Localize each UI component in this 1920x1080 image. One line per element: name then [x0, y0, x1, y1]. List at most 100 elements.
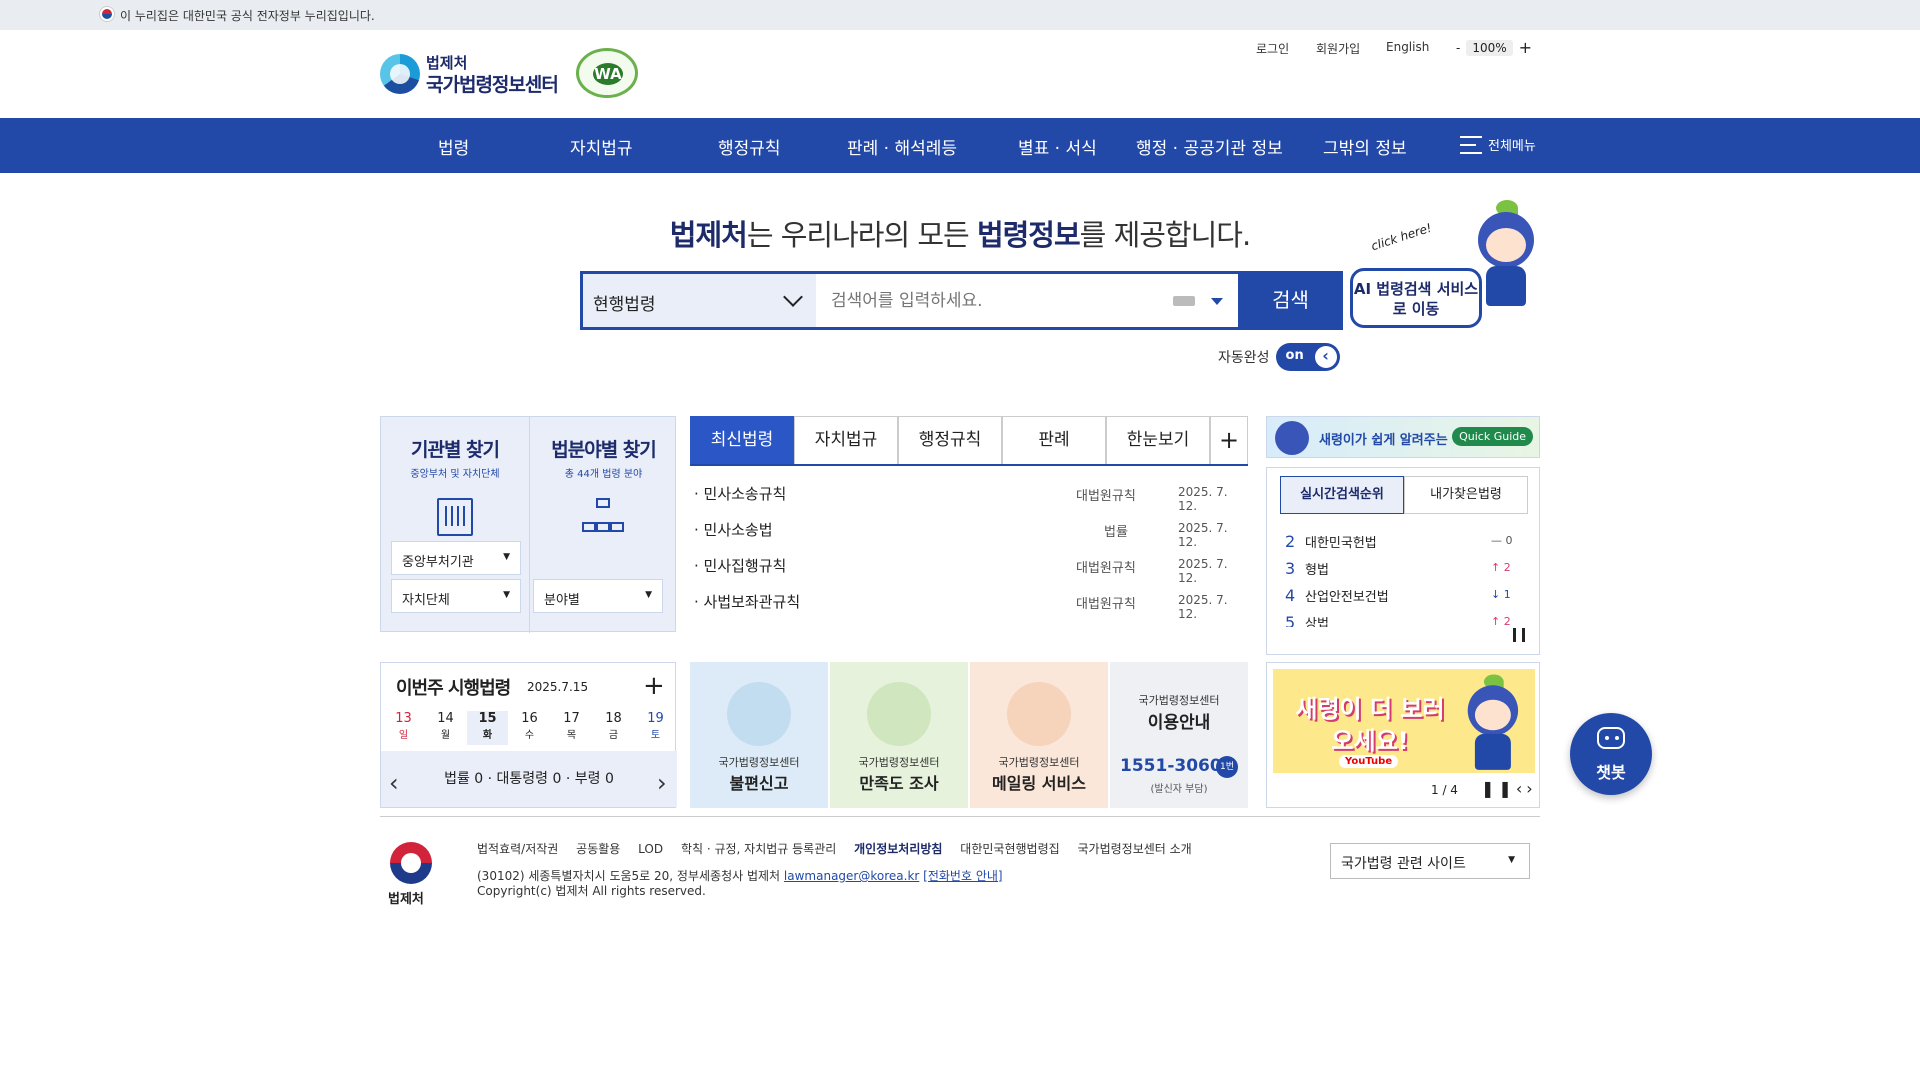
dropdown-triangle-icon[interactable] — [1211, 298, 1223, 305]
mailing-card[interactable]: 국가법령정보센터 메일링 서비스 — [970, 662, 1108, 808]
day-fri[interactable]: 18 금 — [593, 711, 634, 745]
mascot-body — [1474, 733, 1511, 770]
rank-item[interactable]: 2 대한민국헌법 — [1285, 532, 1377, 551]
footer-link-shared-use[interactable]: 공동활용 — [576, 842, 620, 856]
email-link[interactable]: lawmanager@korea.kr — [784, 869, 919, 883]
footer-link-lod[interactable]: LOD — [638, 842, 663, 856]
search-scope-value: 현행법령 — [593, 295, 656, 315]
footer-link-privacy[interactable]: 개인정보처리방침 — [854, 842, 942, 856]
signup-link[interactable]: 회원가입 — [1316, 40, 1360, 57]
list-item[interactable]: · 민사집행규칙 대법원규칙 2025. 7. 12. — [690, 550, 1248, 586]
list-item[interactable]: · 사법보좌관규칙 대법원규칙 2025. 7. 12. — [690, 586, 1248, 622]
robot-icon — [1597, 727, 1625, 749]
headline-part1: 법제처 — [669, 218, 748, 252]
rank-item[interactable]: 4 산업안전보건법 — [1285, 586, 1389, 605]
footer-link-law-collection[interactable]: 대한민국현행법령집 — [960, 842, 1059, 856]
rank-change: ↓ 1 — [1491, 588, 1511, 601]
prev-week-chevron-icon[interactable]: ‹ — [389, 769, 399, 797]
logo-mark-icon — [380, 54, 420, 94]
next-week-chevron-icon[interactable]: › — [657, 769, 667, 797]
banner-controls-icon[interactable]: ❚❚‹› — [1481, 779, 1537, 798]
youtube-badge: YouTube — [1339, 755, 1399, 768]
law-category: 대법원규칙 — [1076, 489, 1136, 504]
login-link[interactable]: 로그인 — [1256, 40, 1289, 57]
tab-overview[interactable]: 한눈보기 — [1106, 416, 1210, 464]
phone-guide-link[interactable]: [전화번호 안내] — [923, 869, 1002, 883]
pause-icon[interactable] — [1513, 628, 1525, 642]
nav-item-local-ordinance[interactable]: 자치법규 — [570, 134, 633, 159]
day-sat[interactable]: 19 토 — [635, 711, 676, 745]
rank-item[interactable]: 3 형법 — [1285, 559, 1329, 578]
weekly-more-button[interactable]: + — [643, 671, 665, 701]
rank-item[interactable]: 5 상법 — [1285, 613, 1329, 627]
headline-part4: 를 제공합니다. — [1079, 218, 1252, 252]
nav-item-law[interactable]: 법령 — [438, 134, 469, 159]
day-week: 화 — [482, 730, 493, 741]
central-agency-select[interactable]: 중앙부처기관 — [391, 541, 521, 575]
law-date: 2025. 7. 12. — [1178, 557, 1228, 585]
search-scope-select[interactable]: 현행법령 — [583, 274, 816, 327]
all-menu-button[interactable]: 전체메뉴 — [1460, 135, 1536, 154]
card-top: 국가법령정보센터 — [858, 756, 940, 769]
zoom-out-button[interactable]: - — [1456, 41, 1460, 55]
day-wed[interactable]: 16 수 — [509, 711, 550, 745]
tab-latest-law[interactable]: 최신법령 — [690, 416, 794, 464]
related-sites-select[interactable]: 국가법령 관련 사이트 — [1330, 843, 1530, 879]
local-gov-select[interactable]: 자치단체 — [391, 579, 521, 613]
footer-link-about[interactable]: 국가법령정보센터 소개 — [1078, 842, 1192, 856]
search-bar: 현행법령 검색 — [580, 271, 1343, 330]
nav-item-admin-rule[interactable]: 행정규칙 — [718, 134, 781, 159]
rank-law-name: 대한민국헌법 — [1305, 536, 1377, 551]
tab-admin-rule[interactable]: 행정규칙 — [898, 416, 1002, 464]
logo-line2: 국가법령정보센터 — [426, 74, 559, 96]
nav-item-other[interactable]: 그밖의 정보 — [1323, 134, 1407, 159]
tab-local-ordinance[interactable]: 자치법규 — [794, 416, 898, 464]
search-button[interactable]: 검색 — [1238, 271, 1343, 330]
latest-law-list: · 민사소송규칙 대법원규칙 2025. 7. 12. · 민사소송법 법률 2… — [690, 478, 1248, 622]
autocomplete-label: 자동완성 — [1218, 350, 1270, 366]
finder-panel: 기관별 찾기 중앙부처 및 자치단체 법분야별 찾기 총 44개 법령 분야 중… — [380, 416, 676, 633]
rank-change: — 0 — [1491, 534, 1513, 547]
quick-guide-banner[interactable]: 새령이가 쉽게 알려주는 국법 Quick Guide — [1266, 416, 1540, 458]
weekly-date: 2025.7.15 — [527, 680, 589, 694]
day-tue[interactable]: 15 화 — [467, 711, 508, 745]
field-finder-title: 법분야별 찾기 — [551, 439, 657, 461]
day-mon[interactable]: 14 월 — [425, 711, 466, 745]
banner-image[interactable]: 새령이 더 보러 오세요! YouTube — [1273, 669, 1535, 773]
virtual-keyboard-icon[interactable] — [1173, 296, 1195, 306]
field-select[interactable]: 분야별 — [533, 579, 663, 613]
day-thu[interactable]: 17 목 — [551, 711, 592, 745]
ai-search-button[interactable]: AI 법령검색 서비스로 이동 — [1350, 268, 1482, 328]
caller-pays-note: (발신자 부담) — [1150, 784, 1208, 795]
chatbot-button[interactable]: 챗봇 — [1570, 713, 1652, 795]
list-item[interactable]: · 민사소송법 법률 2025. 7. 12. — [690, 514, 1248, 550]
card-top: 국가법령정보센터 — [718, 756, 800, 769]
wa-badge-text: WA — [593, 63, 623, 85]
complaint-card[interactable]: 국가법령정보센터 불편신고 — [690, 662, 828, 808]
law-category: 대법원규칙 — [1076, 561, 1136, 576]
autocomplete-toggle[interactable]: on — [1275, 343, 1340, 371]
day-number: 16 — [521, 711, 538, 726]
weekly-enforcement-panel: 이번주 시행법령 2025.7.15 + 13 일 14 월 15 화 16 수 17 목… — [380, 662, 677, 808]
zoom-in-button[interactable]: + — [1519, 38, 1532, 57]
day-sun[interactable]: 13 일 — [383, 711, 424, 745]
tab-more-button[interactable]: + — [1210, 416, 1248, 464]
tab-live-rank[interactable]: 실시간검색순위 — [1280, 476, 1404, 514]
card-main: 메일링 서비스 — [992, 774, 1086, 793]
law-date: 2025. 7. 12. — [1178, 521, 1228, 549]
english-link[interactable]: English — [1386, 40, 1429, 54]
search-rank-panel: 실시간검색순위 내가찾은법령 2 대한민국헌법 3 형법 4 산업안전보건법 5 상법 … — [1266, 467, 1540, 655]
survey-card[interactable]: 국가법령정보센터 만족도 조사 — [830, 662, 968, 808]
tab-precedent[interactable]: 판례 — [1002, 416, 1106, 464]
list-item[interactable]: · 민사소송규칙 대법원규칙 2025. 7. 12. — [690, 478, 1248, 514]
nav-item-precedent[interactable]: 판례 · 해석례등 — [847, 134, 957, 159]
footer-link-copyright[interactable]: 법적효력/저작권 — [477, 842, 558, 856]
usage-guide-card[interactable]: 국가법령정보센터 이용안내 1551-3060 1번 (발신자 부담) — [1110, 662, 1248, 808]
copyright: Copyright(c) 법제처 All rights reserved. — [477, 884, 706, 898]
tab-my-laws[interactable]: 내가찾은법령 — [1404, 476, 1528, 514]
org-finder-title: 기관별 찾기 — [410, 439, 500, 461]
nav-item-forms[interactable]: 별표 · 서식 — [1018, 134, 1097, 159]
nav-item-public-agency[interactable]: 행정 · 공공기관 정보 — [1136, 134, 1283, 159]
footer-link-registration[interactable]: 학칙 · 규정, 자치법규 등록관리 — [681, 842, 836, 856]
day-number: 13 — [395, 711, 412, 726]
